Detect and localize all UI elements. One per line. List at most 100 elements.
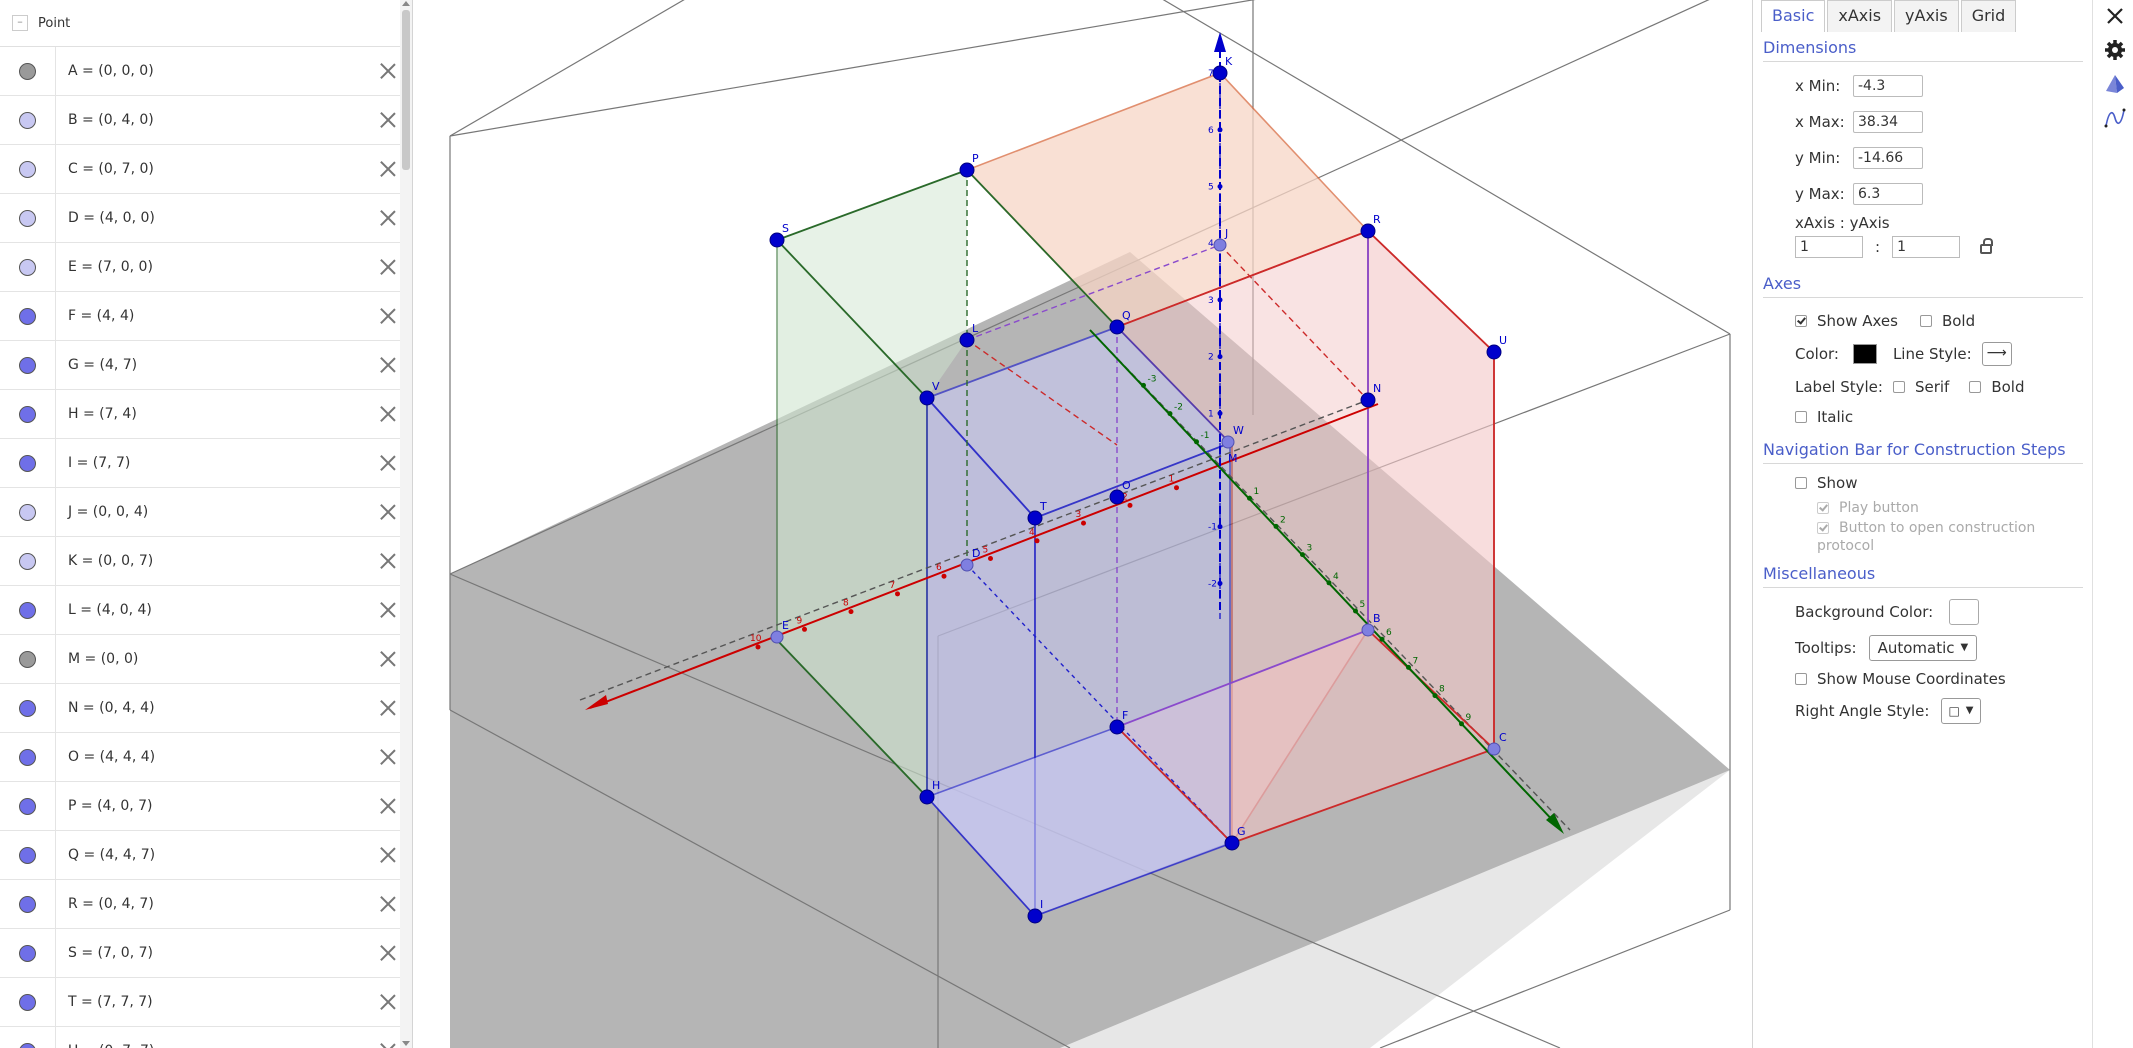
point-marker-icon[interactable] <box>19 846 36 864</box>
point-q[interactable] <box>1109 319 1125 335</box>
point-h[interactable] <box>919 789 935 805</box>
visibility-toggle[interactable] <box>0 684 56 732</box>
scroll-thumb[interactable] <box>402 10 410 170</box>
close-icon[interactable] <box>2103 4 2127 28</box>
delete-icon[interactable] <box>376 451 400 475</box>
ratio-x-input[interactable] <box>1795 236 1863 258</box>
point-marker-icon[interactable] <box>19 503 36 521</box>
delete-icon[interactable] <box>376 598 400 622</box>
gear-icon[interactable] <box>2103 38 2127 62</box>
algebra-expression[interactable]: B = (0, 4, 0) <box>68 112 376 128</box>
serif-checkbox[interactable] <box>1892 381 1905 393</box>
visibility-toggle[interactable] <box>0 880 56 928</box>
point-marker-icon[interactable] <box>19 748 36 766</box>
algebra-expression[interactable]: D = (4, 0, 0) <box>68 210 376 226</box>
visibility-toggle[interactable] <box>0 488 56 536</box>
delete-icon[interactable] <box>376 353 400 377</box>
algebra-expression[interactable]: A = (0, 0, 0) <box>68 63 376 79</box>
point-marker-icon[interactable] <box>19 699 36 717</box>
axes-color-swatch[interactable] <box>1852 344 1877 364</box>
algebra-row[interactable]: M = (0, 0) <box>0 635 412 684</box>
point-marker-icon[interactable] <box>19 552 36 570</box>
ymin-input[interactable] <box>1853 147 1923 169</box>
algebra-row[interactable]: A = (0, 0, 0) <box>0 47 412 96</box>
italic-checkbox[interactable] <box>1795 411 1807 423</box>
show-axes-checkbox[interactable] <box>1795 315 1807 327</box>
play-button-checkbox[interactable] <box>1817 502 1829 514</box>
visibility-toggle[interactable] <box>0 145 56 193</box>
point-n[interactable] <box>1360 392 1376 408</box>
algebra-row[interactable]: J = (0, 0, 4) <box>0 488 412 537</box>
algebra-expression[interactable]: H = (7, 4) <box>68 406 376 422</box>
point-marker-icon[interactable] <box>19 405 36 423</box>
delete-icon[interactable] <box>376 941 400 965</box>
point-j[interactable] <box>1213 238 1227 252</box>
point-u[interactable] <box>1486 344 1502 360</box>
nav-show-checkbox[interactable] <box>1795 477 1807 489</box>
point-k[interactable] <box>1212 65 1228 81</box>
graphics-canvas[interactable]: 12345678910-3-2-11234567897654321-1-2 KJ… <box>430 0 1752 1048</box>
point-t[interactable] <box>1027 510 1043 526</box>
algebra-row[interactable]: E = (7, 0, 0) <box>0 243 412 292</box>
point-w[interactable] <box>1221 435 1235 449</box>
point-marker-icon[interactable] <box>19 209 36 227</box>
scroll-down-icon[interactable] <box>402 1041 410 1046</box>
algebra-expression[interactable]: E = (7, 0, 0) <box>68 259 376 275</box>
visibility-toggle[interactable] <box>0 390 56 438</box>
visibility-toggle[interactable] <box>0 537 56 585</box>
algebra-row[interactable]: T = (7, 7, 7) <box>0 978 412 1027</box>
point-p[interactable] <box>959 162 975 178</box>
algebra-expression[interactable]: C = (0, 7, 0) <box>68 161 376 177</box>
delete-icon[interactable] <box>376 500 400 524</box>
algebra-row[interactable]: G = (4, 7) <box>0 341 412 390</box>
algebra-expression[interactable]: I = (7, 7) <box>68 455 376 471</box>
algebra-expression[interactable]: T = (7, 7, 7) <box>68 994 376 1010</box>
delete-icon[interactable] <box>376 157 400 181</box>
algebra-row[interactable]: O = (4, 4, 4) <box>0 733 412 782</box>
ymax-input[interactable] <box>1853 183 1923 205</box>
algebra-row[interactable]: F = (4, 4) <box>0 292 412 341</box>
delete-icon[interactable] <box>376 1039 400 1048</box>
collapse-icon[interactable]: – <box>12 15 28 31</box>
point-g[interactable] <box>1224 835 1240 851</box>
visibility-toggle[interactable] <box>0 47 56 95</box>
algebra-row[interactable]: L = (4, 0, 4) <box>0 586 412 635</box>
bold-checkbox[interactable] <box>1919 315 1932 327</box>
visibility-toggle[interactable] <box>0 782 56 830</box>
point-marker-icon[interactable] <box>19 356 36 374</box>
algebra-expression[interactable]: P = (4, 0, 7) <box>68 798 376 814</box>
tab-basic[interactable]: Basic <box>1761 0 1826 32</box>
tab-grid[interactable]: Grid <box>1960 0 2017 32</box>
ratio-y-input[interactable] <box>1892 236 1961 258</box>
point-marker-icon[interactable] <box>19 601 36 619</box>
mouse-coords-checkbox[interactable] <box>1795 673 1807 685</box>
delete-icon[interactable] <box>376 696 400 720</box>
algebra-expression[interactable]: L = (4, 0, 4) <box>68 602 376 618</box>
xmax-input[interactable] <box>1853 111 1923 133</box>
visibility-toggle[interactable] <box>0 831 56 879</box>
visibility-toggle[interactable] <box>0 341 56 389</box>
visibility-toggle[interactable] <box>0 978 56 1026</box>
algebra-expression[interactable]: N = (0, 4, 4) <box>68 700 376 716</box>
algebra-row[interactable]: H = (7, 4) <box>0 390 412 439</box>
delete-icon[interactable] <box>376 304 400 328</box>
point-marker-icon[interactable] <box>19 62 36 80</box>
algebra-row[interactable]: I = (7, 7) <box>0 439 412 488</box>
point-v[interactable] <box>919 390 935 406</box>
algebra-expression[interactable]: U = (0, 7, 7) <box>68 1043 376 1048</box>
point-marker-icon[interactable] <box>19 650 36 668</box>
algebra-expression[interactable]: S = (7, 0, 7) <box>68 945 376 961</box>
algebra-row[interactable]: D = (4, 0, 0) <box>0 194 412 243</box>
algebra-row[interactable]: R = (0, 4, 7) <box>0 880 412 929</box>
tab-xaxis[interactable]: xAxis <box>1827 0 1893 32</box>
visibility-toggle[interactable] <box>0 733 56 781</box>
point-marker-icon[interactable] <box>19 1042 36 1048</box>
tooltips-select[interactable]: Automatic ▼ <box>1868 635 1978 661</box>
pyramid-icon[interactable] <box>2103 72 2127 96</box>
line-style-button[interactable]: ⟶ <box>1981 342 2012 366</box>
point-f[interactable] <box>1109 719 1125 735</box>
point-d[interactable] <box>960 558 974 572</box>
visibility-toggle[interactable] <box>0 194 56 242</box>
delete-icon[interactable] <box>376 647 400 671</box>
algebra-row[interactable]: U = (0, 7, 7) <box>0 1027 412 1048</box>
